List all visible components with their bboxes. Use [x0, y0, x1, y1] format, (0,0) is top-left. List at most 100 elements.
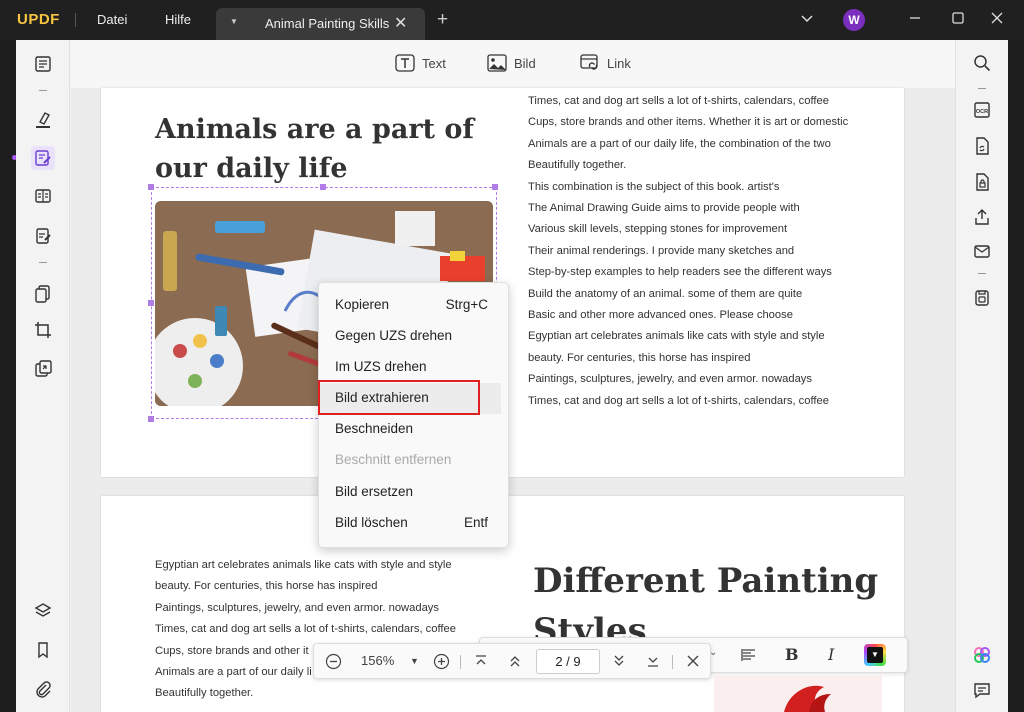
text-line: Various skill levels, stepping stones fo…: [528, 223, 788, 236]
first-page-icon[interactable]: [474, 654, 488, 673]
page2-image[interactable]: [714, 676, 882, 712]
italic-button[interactable]: I: [828, 645, 834, 664]
edit-toolbar: Text Bild Link: [71, 40, 955, 88]
zoom-out-icon[interactable]: [325, 653, 342, 675]
crop-icon[interactable]: [31, 318, 55, 342]
color-picker-icon[interactable]: ▼: [864, 644, 886, 666]
text-line: The Animal Drawing Guide aims to provide…: [528, 202, 800, 215]
next-page-icon[interactable]: [612, 654, 626, 673]
menu-item-rotate-cw[interactable]: Im UZS drehen: [319, 352, 510, 383]
text-line: Times, cat and dog art sells a lot of t-…: [528, 95, 829, 107]
document-tab[interactable]: ▼ Animal Painting Skills ✕: [216, 8, 425, 40]
text-line: Beautifully together.: [528, 159, 627, 172]
add-image-tool[interactable]: Bild: [487, 54, 536, 72]
menu-help[interactable]: Hilfe: [165, 12, 191, 27]
app-window: UPDF Datei Hilfe ▼ Animal Painting Skill…: [0, 0, 1024, 712]
layers-icon[interactable]: [31, 599, 55, 623]
page1-paragraph[interactable]: Times, cat and dog art sells a lot of t-…: [528, 91, 848, 412]
text-line: Paintings, sculptures, jewelry, and even…: [155, 601, 439, 614]
convert-pdf-icon[interactable]: [970, 134, 994, 158]
highlighter-icon[interactable]: [31, 108, 55, 132]
title-separator: [75, 13, 76, 27]
tab-title: Animal Painting Skills: [265, 16, 390, 31]
comment-icon[interactable]: [970, 678, 994, 702]
text-line: beauty. For centuries, this horse has in…: [155, 580, 378, 593]
new-tab-button[interactable]: +: [437, 9, 448, 31]
organize-pages-icon[interactable]: [31, 282, 55, 306]
user-avatar[interactable]: W: [843, 9, 865, 31]
save-icon[interactable]: [970, 286, 994, 310]
edit-pdf-icon[interactable]: [31, 146, 55, 170]
text-line: Paintings, sculptures, jewelry, and even…: [528, 373, 812, 386]
close-nav-icon[interactable]: [686, 654, 700, 673]
text-line: This combination is the subject of this …: [528, 180, 780, 193]
page-layout-icon[interactable]: [31, 184, 55, 208]
protect-pdf-icon[interactable]: [970, 170, 994, 194]
align-left-icon[interactable]: [741, 647, 757, 668]
chevron-down-icon[interactable]: [800, 11, 814, 28]
text-line: Egyptian art celebrates animals like cat…: [528, 330, 825, 343]
form-edit-icon[interactable]: [31, 224, 55, 248]
text-line: Basic and other more advanced ones. Plea…: [528, 309, 793, 322]
search-icon[interactable]: [970, 51, 994, 75]
menu-file[interactable]: Datei: [97, 12, 127, 27]
add-link-tool[interactable]: Link: [580, 54, 631, 72]
text-line: Times, cat and dog art sells a lot of t-…: [528, 394, 829, 407]
text-line: Beautifully together.: [155, 687, 254, 700]
share-icon[interactable]: [970, 205, 994, 229]
menu-item-label: Im UZS drehen: [335, 359, 427, 374]
menu-item-rotate-ccw[interactable]: Gegen UZS drehen: [319, 321, 510, 352]
maximize-icon[interactable]: [951, 11, 965, 28]
page2-paragraph[interactable]: Egyptian art celebrates animals like cat…: [155, 555, 456, 705]
zoom-level[interactable]: 156%: [361, 653, 394, 668]
toolbar-divider: [39, 90, 47, 91]
last-page-icon[interactable]: [646, 654, 660, 673]
menu-item-remove-crop: Beschnitt entfernen: [319, 445, 510, 476]
svg-text:OCR: OCR: [976, 109, 988, 115]
text-line: Egyptian art celebrates animals like cat…: [155, 559, 452, 571]
ai-assistant-icon[interactable]: [970, 643, 994, 667]
tab-dropdown-icon[interactable]: ▼: [230, 17, 238, 26]
menu-item-replace-image[interactable]: Bild ersetzen: [319, 477, 510, 508]
close-window-icon[interactable]: [990, 11, 1004, 28]
email-icon[interactable]: [970, 239, 994, 263]
zoom-dropdown-icon[interactable]: ▼: [410, 656, 419, 666]
menu-item-copy[interactable]: Kopieren Strg+C: [319, 290, 510, 321]
add-image-label: Bild: [514, 55, 536, 71]
resize-handle[interactable]: [148, 184, 154, 190]
menu-item-crop[interactable]: Beschneiden: [319, 414, 510, 445]
toolbar-divider: [978, 88, 986, 89]
bookmark-icon[interactable]: [31, 638, 55, 662]
right-toolbar: OCR: [955, 40, 1008, 712]
resize-handle[interactable]: [148, 416, 154, 422]
reader-mode-icon[interactable]: [31, 52, 55, 76]
text-line: Build the anatomy of an animal. some of …: [528, 287, 803, 300]
page1-heading[interactable]: Animals are a part of our daily life: [155, 110, 474, 188]
ocr-icon[interactable]: OCR: [970, 98, 994, 122]
page1-heading-line: Animals are a part of: [155, 114, 475, 145]
convert-icon[interactable]: [31, 357, 55, 381]
menu-item-label: Beschnitt entfernen: [335, 452, 452, 467]
toolbar-divider: [978, 273, 986, 274]
page2-heading-line: Different Painting: [533, 561, 879, 601]
page1-heading-line: our daily life: [155, 153, 348, 184]
zoom-in-icon[interactable]: [433, 653, 450, 675]
tab-close-icon[interactable]: ✕: [394, 13, 407, 33]
page-number-input[interactable]: 2 / 9: [536, 649, 600, 674]
add-text-tool[interactable]: Text: [395, 54, 446, 72]
resize-handle[interactable]: [492, 184, 498, 190]
menu-item-label: Bild löschen: [335, 515, 408, 530]
text-line: Their animal renderings. I provide many …: [528, 244, 795, 257]
minimize-icon[interactable]: [908, 11, 922, 28]
text-line: Animals are a part of our daily life, th…: [528, 137, 831, 150]
bold-button[interactable]: B: [785, 645, 799, 664]
attachment-icon[interactable]: [31, 677, 55, 701]
nav-separator: [672, 655, 673, 669]
resize-handle[interactable]: [148, 300, 154, 306]
resize-handle[interactable]: [320, 184, 326, 190]
add-text-label: Text: [422, 55, 446, 71]
previous-page-icon[interactable]: [508, 654, 522, 673]
context-menu: Kopieren Strg+C Gegen UZS drehen Im UZS …: [318, 282, 509, 548]
menu-item-delete-image[interactable]: Bild löschen Entf: [319, 508, 510, 539]
window-edge-right: [1008, 40, 1024, 712]
